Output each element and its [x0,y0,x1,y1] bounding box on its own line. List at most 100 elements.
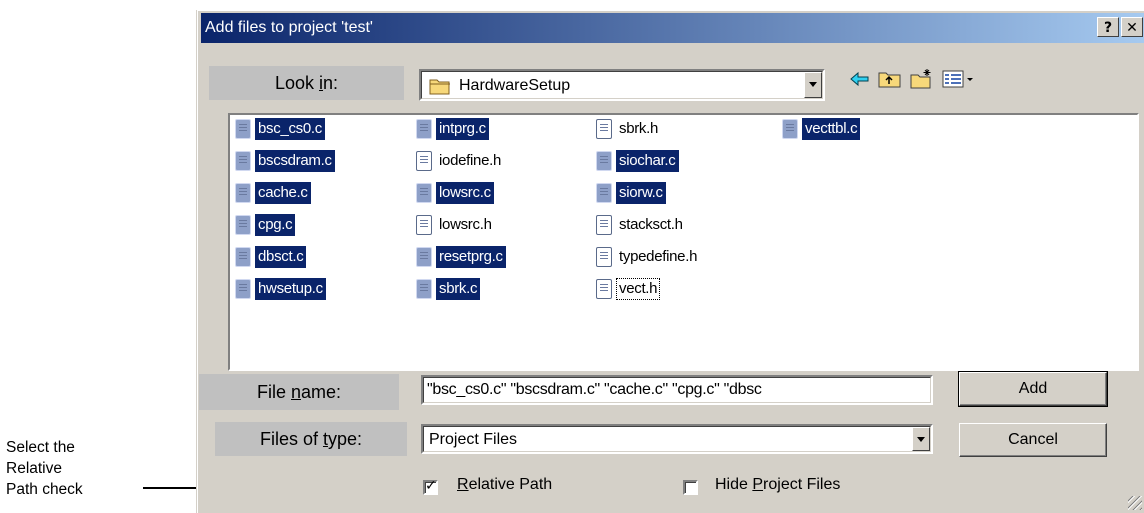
file-item[interactable]: lowsrc.c [416,182,494,204]
file-name: sbrk.c [436,278,481,300]
file-item[interactable]: siorw.c [596,182,666,204]
files-of-type-label: Files of type: [215,422,407,456]
file-name: bscsdram.c [255,150,335,172]
file-item[interactable]: typedefine.h [596,246,700,268]
file-item[interactable]: dbsct.c [235,246,307,268]
view-menu-icon[interactable] [941,67,977,91]
file-icon [416,247,432,267]
add-files-dialog: Add files to project 'test' ? ✕ Look in:… [196,10,1144,513]
file-item[interactable]: resetprg.c [416,246,506,268]
file-item[interactable]: lowsrc.h [416,214,495,236]
file-name: stacksct.h [619,216,683,233]
up-folder-icon[interactable] [877,67,903,91]
files-of-type-dropdown-button[interactable] [912,427,930,451]
relative-path-checkbox[interactable]: ✓ [423,478,438,495]
annotation-line: Relative [6,460,62,477]
file-name: typedefine.h [619,248,698,265]
cancel-button[interactable]: Cancel [959,423,1107,457]
new-folder-icon[interactable] [909,67,935,91]
look-in-label: Look in: [209,66,404,100]
file-icon [596,151,612,171]
label-text: ype: [328,429,363,449]
file-icon [596,183,612,203]
file-item[interactable]: stacksct.h [596,214,686,236]
file-icon [416,279,432,299]
resize-grip[interactable] [1128,496,1142,510]
file-name: vecttbl.c [802,118,861,140]
help-button[interactable]: ? [1097,17,1119,37]
file-item[interactable]: iodefine.h [416,150,504,172]
annotation-line: Path check [6,481,83,498]
close-button[interactable]: ✕ [1121,17,1143,37]
file-list[interactable]: bsc_cs0.c bscsdram.c cache.c cpg.c dbsct.c hw… [228,113,1139,371]
file-name-value[interactable]: "bsc_cs0.c" "bscsdram.c" "cache.c" "cpg.… [427,381,762,399]
file-icon [596,215,612,235]
back-arrow-icon[interactable] [847,67,873,91]
file-item[interactable]: siochar.c [596,150,679,172]
label-text: Files of [259,429,323,449]
file-name: cpg.c [255,214,296,236]
label-accelerator: n [290,382,301,402]
file-icon [235,279,251,299]
file-name: dbsct.c [255,246,307,268]
label-text: Look [274,73,320,93]
file-name: resetprg.c [436,246,506,268]
hide-project-files-checkbox[interactable] [683,480,698,495]
file-item[interactable]: vecttbl.c [782,118,861,140]
relative-path-label[interactable]: Relative Path [457,476,552,494]
dialog-title: Add files to project 'test' [205,19,373,36]
file-icon [235,119,251,139]
file-item[interactable]: vect.h [596,278,661,300]
file-icon [596,279,612,299]
look-in-value: HardwareSetup [459,77,571,94]
file-item[interactable]: intprg.c [416,118,489,140]
file-name: hwsetup.c [255,278,326,300]
look-in-combo[interactable]: HardwareSetup [419,69,825,101]
file-item[interactable]: hwsetup.c [235,278,326,300]
file-name-field[interactable]: "bsc_cs0.c" "bscsdram.c" "cache.c" "cpg.… [421,375,933,405]
title-bar[interactable]: Add files to project 'test' ? ✕ [201,13,1144,43]
hide-project-files-label[interactable]: Hide Project Files [715,476,840,494]
file-name: siochar.c [616,150,679,172]
label-text: ame: [301,382,342,402]
add-button[interactable]: Add [958,371,1108,407]
file-icon [235,247,251,267]
file-name: vect.h [616,278,661,300]
file-name: sbrk.h [619,120,659,137]
folder-icon [429,79,450,95]
label-text: roject Files [763,476,841,493]
file-icon [416,183,432,203]
file-name: bsc_cs0.c [255,118,325,140]
file-name: iodefine.h [439,152,502,169]
file-icon [416,151,432,171]
files-of-type-combo[interactable]: Project Files [421,424,933,454]
file-name: cache.c [255,182,311,204]
file-name-label: File name: [199,374,399,410]
checkmark-icon: ✓ [425,478,437,494]
file-item[interactable]: cpg.c [235,214,296,236]
label-text: elative Path [468,476,553,493]
file-name: intprg.c [436,118,489,140]
file-item[interactable]: bsc_cs0.c [235,118,325,140]
file-icon [416,215,432,235]
file-item[interactable]: bscsdram.c [235,150,335,172]
label-text: n: [323,73,339,93]
file-icon [235,183,251,203]
annotation-line: Select the [6,439,75,456]
file-name: siorw.c [616,182,666,204]
file-icon [782,119,798,139]
file-icon [596,119,612,139]
label-accelerator: R [457,476,469,493]
file-name: lowsrc.h [439,216,492,233]
file-item[interactable]: sbrk.h [596,118,661,140]
look-in-dropdown-button[interactable] [804,72,822,98]
file-item[interactable]: sbrk.c [416,278,481,300]
files-of-type-value: Project Files [429,431,518,448]
file-icon [235,215,251,235]
instruction-annotation: Select the Relative Path check [6,437,136,500]
file-item[interactable]: cache.c [235,182,311,204]
label-text: Hide [715,476,753,493]
file-icon [416,119,432,139]
label-accelerator: P [752,476,764,493]
file-name: lowsrc.c [436,182,494,204]
